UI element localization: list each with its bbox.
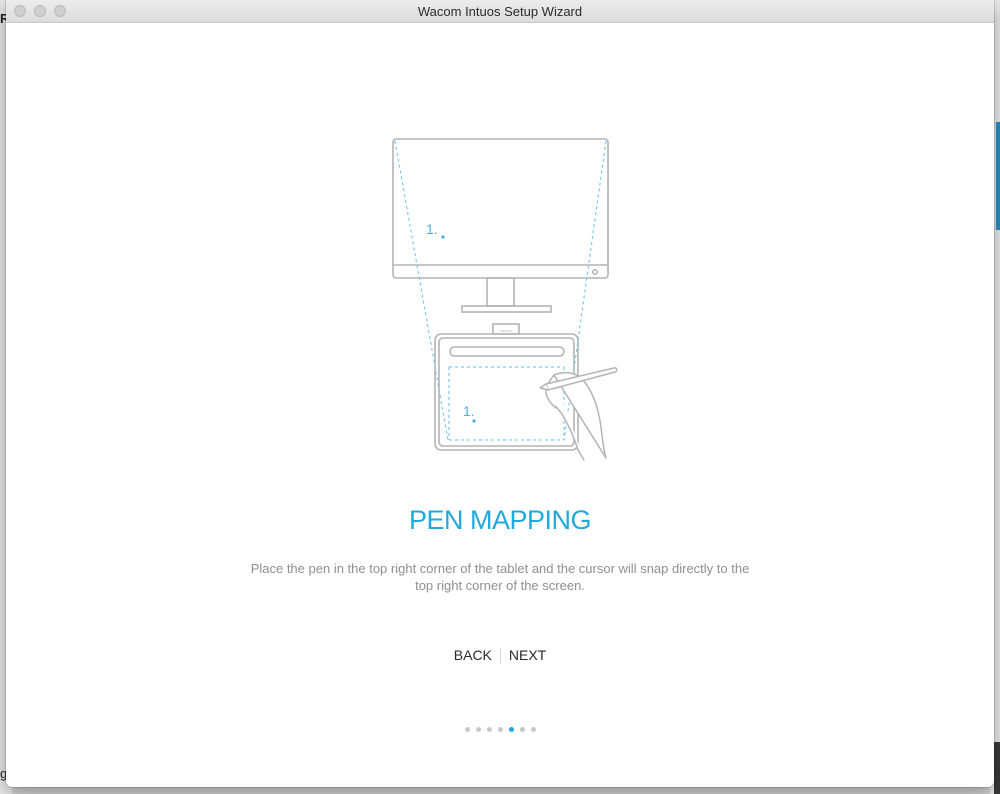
page-dot[interactable]: [497, 727, 503, 732]
window-title: Wacom Intuos Setup Wizard: [417, 4, 583, 19]
monitor-stand-icon: [486, 277, 515, 307]
page-dot[interactable]: [519, 727, 525, 732]
step-description: Place the pen in the top right corner of…: [250, 561, 750, 593]
page-dot[interactable]: [530, 727, 536, 732]
step-heading: PEN MAPPING: [408, 505, 592, 535]
nav-separator: [499, 648, 501, 665]
monitor-power-icon: [592, 269, 599, 276]
screen-point-label: 1.: [426, 221, 438, 237]
tablet-point-marker: [472, 419, 476, 423]
background-accent-strip: [996, 122, 1000, 230]
page-indicator: [6, 727, 994, 732]
page-dot[interactable]: [486, 727, 492, 732]
screen-point-marker: [441, 235, 445, 239]
page-dot[interactable]: [508, 727, 514, 732]
tablet-brand-text: wacom: [500, 328, 513, 333]
back-button[interactable]: BACK: [447, 645, 499, 665]
page-dot[interactable]: [475, 727, 481, 732]
pen-mapping-illustration: 1. 1. wacom: [392, 138, 618, 461]
wizard-navigation: BACK NEXT: [6, 645, 994, 665]
next-button[interactable]: NEXT: [502, 645, 553, 665]
tablet-point-label: 1.: [463, 403, 475, 419]
title-bar[interactable]: Wacom Intuos Setup Wizard: [6, 0, 994, 23]
page-dot[interactable]: [464, 727, 470, 732]
tablet-express-keys: [449, 346, 565, 357]
monitor-icon: [392, 138, 609, 279]
background-dark-strip: [994, 742, 1000, 794]
setup-wizard-window: Wacom Intuos Setup Wizard 1. 1. wacom PE…: [6, 0, 994, 787]
